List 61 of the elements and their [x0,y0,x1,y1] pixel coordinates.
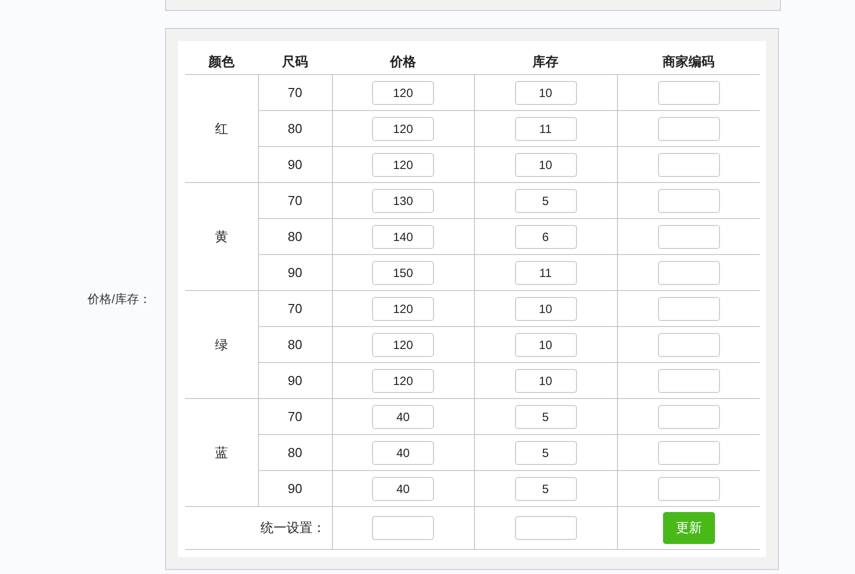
size-value: 70 [288,193,302,208]
code-input[interactable] [658,440,720,464]
size-value: 70 [288,85,302,100]
color-name: 黄 [214,228,228,244]
price-input[interactable]: 120 [372,296,434,320]
stock-input[interactable]: 10 [514,296,576,320]
stock-input[interactable]: 10 [514,368,576,392]
price-input[interactable]: 40 [372,476,434,500]
column-header: 库存 [474,49,617,74]
color-name: 蓝 [214,444,228,460]
field-label: 价格/库存： [88,290,151,308]
price-input[interactable]: 130 [372,188,434,212]
stock-input[interactable]: 11 [514,260,576,284]
price-input[interactable]: 120 [372,368,434,392]
code-input[interactable] [658,368,720,392]
price-input[interactable] [372,516,434,540]
code-input[interactable] [658,224,720,248]
batch-label: 统一设置： [260,520,326,535]
stock-input[interactable] [514,516,576,540]
code-input[interactable] [658,476,720,500]
stock-input[interactable]: 10 [514,152,576,176]
code-input[interactable] [658,296,720,320]
stock-input[interactable]: 5 [514,188,576,212]
size-value: 70 [288,301,302,316]
stock-input[interactable]: 10 [514,80,576,104]
size-value: 90 [288,265,302,280]
size-value: 90 [288,481,302,496]
stock-input[interactable]: 10 [514,332,576,356]
color-name: 绿 [214,336,228,352]
stock-input[interactable]: 5 [514,476,576,500]
code-input[interactable] [658,152,720,176]
stock-input[interactable]: 11 [514,116,576,140]
price-input[interactable]: 40 [372,404,434,428]
size-value: 80 [288,337,302,352]
size-value: 70 [288,409,302,424]
size-value: 90 [288,157,302,172]
column-header: 尺码 [258,49,332,74]
column-header: 商家编码 [617,49,760,74]
stock-input[interactable]: 6 [514,224,576,248]
price-input[interactable]: 120 [372,332,434,356]
price-input[interactable]: 120 [372,116,434,140]
price-input[interactable]: 140 [372,224,434,248]
code-input[interactable] [658,188,720,212]
price-input[interactable]: 150 [372,260,434,284]
code-input[interactable] [658,332,720,356]
size-value: 80 [288,445,302,460]
size-value: 80 [288,229,302,244]
price-input[interactable]: 120 [372,152,434,176]
code-input[interactable] [658,116,720,140]
stock-input[interactable]: 5 [514,440,576,464]
code-input[interactable] [658,404,720,428]
size-value: 80 [288,121,302,136]
price-input[interactable]: 40 [372,440,434,464]
column-header: 价格 [332,49,474,74]
code-input[interactable] [658,260,720,284]
code-input[interactable] [658,80,720,104]
column-header: 颜色 [185,49,258,74]
size-value: 90 [288,373,302,388]
stock-input[interactable]: 5 [514,404,576,428]
price-input[interactable]: 120 [372,80,434,104]
color-name: 红 [214,120,228,136]
